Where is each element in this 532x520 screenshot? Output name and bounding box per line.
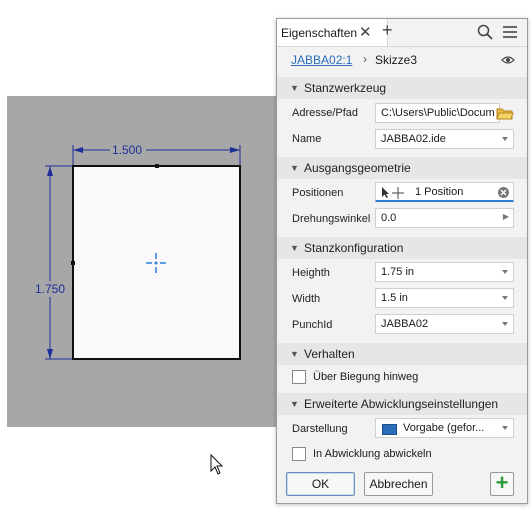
drehungswinkel-field[interactable]: 0.0 ▶ [375,208,514,228]
name-value: JABBA02.ide [381,133,446,145]
close-icon[interactable]: ✕ [359,23,372,41]
menu-icon[interactable] [503,26,517,38]
drehungswinkel-value: 0.0 [381,212,397,224]
name-dropdown[interactable]: JABBA02.ide [375,129,514,149]
chevron-down-icon [502,322,508,326]
collapse-triangle-icon: ▼ [290,243,299,253]
label-positionen: Positionen [292,187,344,199]
section-verhalten[interactable]: ▼ Verhalten [277,343,527,365]
collapse-triangle-icon: ▼ [290,83,299,93]
appearance-swatch-icon [382,424,397,435]
folder-icon[interactable] [496,106,514,120]
biegung-checkbox[interactable] [292,370,306,384]
chevron-right-icon: › [363,52,367,66]
label-width: Width [292,293,321,305]
section-title: Ausgangsgeometrie [304,161,411,175]
section-stanzkonfiguration[interactable]: ▼ Stanzkonfiguration [277,237,527,259]
collapse-triangle-icon: ▼ [290,399,299,409]
panel-tab-bar: Eigenschaften ✕ + [277,19,527,47]
punchid-value: JABBA02 [381,318,429,330]
tab-eigenschaften[interactable]: Eigenschaften ✕ [277,19,388,46]
label-name: Name [292,133,322,145]
label-drehungswinkel: Drehungswinkel [292,213,371,225]
add-tab-icon[interactable]: + [382,20,393,41]
breadcrumb: JABBA02:1 › Skizze3 [277,47,527,73]
positionen-value: 1 Position [415,186,464,198]
biegung-label[interactable]: Über Biegung hinweg [313,371,418,383]
section-ausgangsgeometrie[interactable]: ▼ Ausgangsgeometrie [277,157,527,179]
section-title: Stanzkonfiguration [304,241,404,255]
adresse-field[interactable]: C:\Users\Public\Docum [375,103,500,123]
abwicklung-label[interactable]: In Abwicklung abwickeln [313,448,432,460]
chevron-down-icon [502,137,508,141]
width-dropdown[interactable]: 1.5 in [375,288,514,308]
punchid-dropdown[interactable]: JABBA02 [375,314,514,334]
label-adresse: Adresse/Pfad [292,107,359,119]
collapse-triangle-icon: ▼ [290,163,299,173]
properties-panel: Eigenschaften ✕ + JABBA02:1 › Skizze3 ▼ … [276,18,528,504]
select-cursor-icon [382,187,404,199]
add-button[interactable]: + [490,472,514,496]
darstellung-value: Vorgabe (gefor... [403,422,485,434]
eye-icon[interactable] [501,55,515,65]
darstellung-dropdown[interactable]: Vorgabe (gefor... [375,418,514,438]
section-title: Erweiterte Abwicklungseinstellungen [304,397,499,411]
section-erweiterte-abwicklung[interactable]: ▼ Erweiterte Abwicklungseinstellungen [277,393,527,415]
breadcrumb-sketch: Skizze3 [375,53,418,67]
dimension-width-label[interactable]: 1.500 [112,143,142,157]
adresse-value: C:\Users\Public\Docum [381,107,495,119]
dimension-height-label[interactable]: 1.750 [35,282,65,296]
tab-title: Eigenschaften [281,26,358,40]
abwicklung-checkbox[interactable] [292,447,306,461]
section-title: Verhalten [304,347,355,361]
chevron-down-icon [502,296,508,300]
play-arrow-icon[interactable]: ▶ [503,212,509,221]
label-height: Heighth [292,267,330,279]
breadcrumb-part-link[interactable]: JABBA02:1 [291,53,352,67]
section-stanzwerkzeug[interactable]: ▼ Stanzwerkzeug [277,77,527,99]
cancel-button[interactable]: Abbrechen [364,472,433,496]
label-punchid: PunchId [292,319,333,331]
search-icon[interactable] [477,24,493,40]
height-dropdown[interactable]: 1.75 in [375,262,514,282]
positionen-selector[interactable]: 1 Position [375,182,514,202]
chevron-down-icon [502,426,508,430]
width-value: 1.5 in [381,292,408,304]
label-darstellung: Darstellung [292,423,348,435]
ok-button[interactable]: OK [286,472,355,496]
collapse-triangle-icon: ▼ [290,349,299,359]
clear-icon[interactable] [498,187,509,198]
height-value: 1.75 in [381,266,415,278]
chevron-down-icon [502,270,508,274]
section-title: Stanzwerkzeug [304,81,387,95]
